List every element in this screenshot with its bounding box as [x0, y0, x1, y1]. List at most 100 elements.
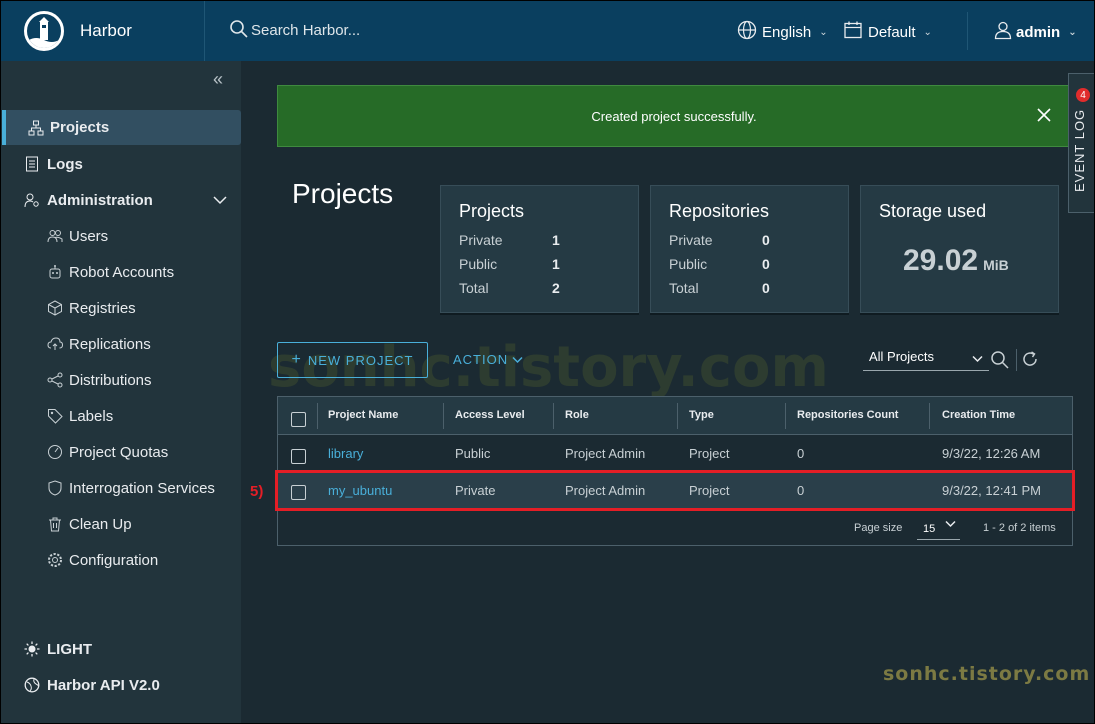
- column-divider: [929, 403, 930, 429]
- sidebar-item-labels[interactable]: Labels: [0, 398, 241, 434]
- row-label: Public: [669, 256, 708, 272]
- event-log-tab[interactable]: 4 EVENT LOG: [1068, 73, 1095, 213]
- header-divider: [967, 12, 968, 50]
- page-size-select[interactable]: 15: [917, 518, 960, 540]
- card-title: Storage used: [879, 201, 987, 221]
- row-value: 0: [762, 280, 770, 296]
- sidebar-item-users[interactable]: Users: [0, 218, 241, 254]
- annotation-highlight-box: [275, 470, 1075, 511]
- column-header[interactable]: Creation Time: [942, 409, 1015, 421]
- column-divider: [443, 403, 444, 429]
- row-value: 1: [552, 232, 560, 248]
- sidebar-item-registries[interactable]: Registries: [0, 290, 241, 326]
- sun-icon: [24, 641, 40, 657]
- theme-selector[interactable]: Default ⌄: [843, 20, 932, 44]
- project-filter-select[interactable]: All Projects: [863, 349, 989, 371]
- brand[interactable]: Harbor: [0, 0, 205, 61]
- storage-value: 29.02 MiB: [903, 244, 1009, 278]
- card-title: Repositories: [669, 201, 770, 221]
- column-header[interactable]: Role: [565, 409, 589, 421]
- annotation-step-label: 5): [250, 483, 264, 500]
- chevron-down-icon: [972, 351, 983, 366]
- table-row[interactable]: library Public Project Admin Project 0 9…: [278, 435, 1072, 472]
- robot-icon: [47, 264, 63, 280]
- row-label: Total: [669, 280, 699, 296]
- column-header[interactable]: Access Level: [455, 409, 525, 421]
- user-menu[interactable]: admin ⌄: [993, 20, 1077, 44]
- language-label: English: [762, 23, 812, 41]
- user-icon: [993, 20, 1013, 44]
- sidebar-item-replications[interactable]: Replications: [0, 326, 241, 362]
- card-title: Projects: [459, 201, 525, 221]
- column-header[interactable]: Repositories Count: [797, 409, 898, 421]
- column-divider: [677, 403, 678, 429]
- sidebar-item-interrogation-services[interactable]: Interrogation Services: [0, 470, 241, 506]
- chevron-down-icon: ⌄: [1068, 26, 1077, 38]
- api-globe-icon: [24, 677, 40, 693]
- sidebar-item-label: Logs: [47, 155, 83, 173]
- sidebar: « Projects Logs Administration Users Rob…: [0, 61, 241, 724]
- project-name-link[interactable]: library: [328, 446, 363, 461]
- sidebar-item-administration[interactable]: Administration: [0, 182, 241, 218]
- row-checkbox[interactable]: [291, 449, 306, 464]
- logs-icon: [24, 156, 40, 172]
- toolbar-divider: [1016, 349, 1017, 371]
- page-size-label: Page size: [854, 522, 903, 534]
- harbor-api-link[interactable]: Harbor API V2.0: [0, 667, 241, 703]
- select-all-checkbox[interactable]: [291, 412, 306, 427]
- repositories-count: 0: [797, 446, 805, 461]
- sidebar-item-clean-up[interactable]: Clean Up: [0, 506, 241, 542]
- close-icon[interactable]: [1037, 108, 1051, 125]
- replications-icon: [47, 336, 63, 352]
- action-dropdown[interactable]: ACTION: [453, 352, 523, 367]
- sidebar-item-label: Interrogation Services: [69, 479, 215, 497]
- sidebar-item-configuration[interactable]: Configuration: [0, 542, 241, 578]
- sidebar-item-label: Project Quotas: [69, 443, 169, 461]
- row-label: Public: [459, 256, 498, 272]
- storage-summary-card: Storage used 29.02 MiB: [860, 185, 1059, 313]
- row-value: 0: [762, 232, 770, 248]
- watermark: sonhc.tistory.com: [883, 663, 1091, 685]
- success-alert: Created project successfully.: [277, 85, 1071, 147]
- sidebar-item-projects[interactable]: Projects: [2, 110, 241, 145]
- plus-icon: +: [291, 351, 302, 368]
- language-selector[interactable]: English ⌄: [737, 20, 828, 44]
- theme-toggle[interactable]: LIGHT: [0, 631, 241, 667]
- chevron-down-icon: ⌄: [923, 26, 932, 38]
- new-project-label: NEW PROJECT: [307, 352, 414, 368]
- column-header[interactable]: Project Name: [328, 409, 398, 421]
- row-value: 0: [762, 256, 770, 272]
- sidebar-item-label: Distributions: [69, 371, 152, 389]
- sidebar-item-distributions[interactable]: Distributions: [0, 362, 241, 398]
- page-size-value: 15: [923, 523, 936, 535]
- card-row: Private 0: [669, 232, 849, 248]
- administration-icon: [24, 192, 40, 208]
- sidebar-item-robot-accounts[interactable]: Robot Accounts: [0, 254, 241, 290]
- brand-name: Harbor: [80, 20, 132, 40]
- column-header[interactable]: Type: [689, 409, 714, 421]
- card-row: Public 0: [669, 256, 849, 272]
- labels-icon: [47, 408, 63, 424]
- sidebar-item-logs[interactable]: Logs: [0, 146, 241, 182]
- storage-unit: MiB: [983, 257, 1009, 273]
- global-search[interactable]: Search Harbor...: [229, 19, 589, 42]
- new-project-button[interactable]: + NEW PROJECT: [277, 342, 428, 378]
- alert-message: Created project successfully.: [591, 108, 757, 124]
- creation-time: 9/3/22, 12:26 AM: [942, 446, 1041, 461]
- globe-icon: [737, 20, 757, 44]
- storage-number: 29.02: [903, 244, 979, 277]
- search-input[interactable]: Search Harbor...: [251, 22, 360, 39]
- shield-icon: [47, 480, 63, 496]
- search-icon[interactable]: [990, 350, 1010, 373]
- row-label: Private: [459, 232, 503, 248]
- sidebar-item-label: Users: [69, 227, 109, 245]
- row-label: Private: [669, 232, 713, 248]
- refresh-icon[interactable]: [1021, 350, 1039, 371]
- sidebar-item-project-quotas[interactable]: Project Quotas: [0, 434, 241, 470]
- repositories-summary-card: Repositories Private 0 Public 0 Total 0: [650, 185, 849, 313]
- row-value: 2: [552, 280, 560, 296]
- quotas-icon: [47, 444, 63, 460]
- harbor-api-label: Harbor API V2.0: [47, 676, 160, 694]
- collapse-sidebar-icon[interactable]: «: [213, 69, 223, 90]
- gear-icon: [47, 552, 63, 568]
